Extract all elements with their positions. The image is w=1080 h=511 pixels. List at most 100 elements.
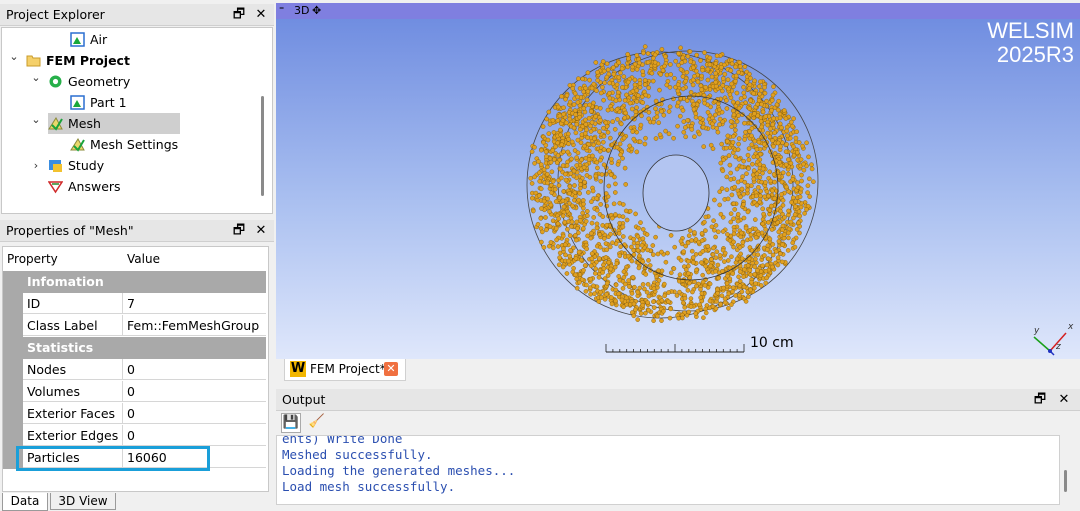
tree-scrollbar[interactable]	[261, 96, 264, 196]
tab-data[interactable]: Data	[2, 493, 48, 511]
property-row[interactable]: Exterior Edges 0	[3, 425, 266, 447]
tree-item[interactable]: ⌄ Geometry	[2, 71, 260, 92]
property-value[interactable]: 0	[123, 403, 266, 424]
tree-item[interactable]: Answers	[2, 176, 260, 197]
particle	[805, 190, 810, 195]
tab-fem-project[interactable]: W FEM Project* ✕	[284, 359, 406, 381]
particle	[687, 94, 693, 100]
particle	[700, 124, 706, 130]
particle	[586, 190, 591, 195]
particle	[729, 254, 734, 259]
float-panel-icon[interactable]: 🗗	[1032, 389, 1048, 411]
property-row[interactable]: Nodes 0	[3, 359, 266, 381]
particle	[543, 149, 549, 155]
close-panel-icon[interactable]: ✕	[253, 4, 269, 26]
chevron-down-icon[interactable]: ⌄	[30, 67, 42, 88]
particle	[600, 85, 605, 90]
particle	[589, 120, 595, 125]
output-scrollbar[interactable]	[1064, 470, 1067, 492]
chevron-down-icon[interactable]: ⌄	[30, 109, 42, 130]
particle	[584, 97, 590, 103]
row-gutter	[3, 359, 23, 381]
float-panel-icon[interactable]: 🗗	[231, 220, 247, 242]
tree-item[interactable]: Mesh Settings	[2, 134, 260, 155]
property-value[interactable]: 7	[123, 293, 266, 314]
clear-log-icon[interactable]: 🧹	[307, 413, 327, 431]
particle	[746, 157, 752, 163]
particle	[762, 90, 768, 96]
particle	[557, 255, 562, 260]
particle	[545, 171, 550, 177]
tree-item[interactable]: Air	[2, 29, 260, 50]
particle	[720, 229, 726, 234]
particle	[672, 76, 677, 81]
property-group-header[interactable]: Infomation	[3, 271, 266, 293]
particle	[629, 258, 635, 264]
particle	[794, 129, 799, 134]
particle	[764, 189, 770, 194]
particle	[593, 266, 598, 272]
property-value[interactable]: 0	[123, 381, 266, 402]
particle	[741, 202, 746, 207]
row-gutter	[3, 403, 23, 425]
scale-label: 10 cm	[750, 335, 794, 351]
property-row[interactable]: Class Label Fem::FemMeshGroup	[3, 315, 266, 337]
particle	[595, 70, 600, 75]
property-value[interactable]: 0	[123, 425, 266, 446]
chevron-right-icon[interactable]: ›	[30, 155, 42, 176]
particle	[637, 285, 643, 291]
particle	[678, 113, 683, 119]
viewport-menu-icon[interactable]: ⁼	[279, 3, 284, 19]
particle	[667, 315, 673, 321]
particle	[765, 247, 770, 252]
particle	[560, 233, 566, 239]
property-group-header[interactable]: Statistics	[3, 337, 266, 359]
particle	[637, 60, 642, 66]
particle	[618, 244, 623, 249]
property-row[interactable]: Volumes 0	[3, 381, 266, 403]
particle	[677, 272, 683, 277]
particle	[560, 264, 566, 270]
tree-item[interactable]: ⌄ Mesh	[2, 113, 260, 134]
tab-data-label: Data	[10, 494, 40, 508]
chevron-down-icon[interactable]: ⌄	[8, 46, 20, 67]
particle	[556, 262, 562, 268]
particle	[561, 189, 566, 194]
save-log-icon[interactable]: 💾	[281, 413, 301, 433]
close-panel-icon[interactable]: ✕	[1056, 389, 1072, 411]
particle	[631, 301, 637, 307]
particle	[702, 50, 707, 55]
3d-viewport[interactable]: ⁼ 3D ✥ WELSIM 2025R3 10 cm x y z	[276, 3, 1080, 359]
particle	[791, 116, 796, 121]
particle	[752, 78, 757, 84]
particle	[713, 234, 718, 240]
particle	[691, 106, 697, 112]
particle	[753, 256, 758, 262]
viewport-mode-label[interactable]: 3D	[294, 3, 309, 19]
property-row[interactable]: ID 7	[3, 293, 266, 315]
particle	[602, 297, 608, 302]
close-tab-icon[interactable]: ✕	[384, 362, 398, 376]
particle	[666, 290, 671, 295]
particle	[568, 171, 574, 176]
property-value[interactable]: 0	[123, 359, 266, 380]
particle	[547, 224, 553, 229]
axis-y-label: y	[1033, 326, 1040, 336]
particle	[760, 263, 765, 268]
particle	[680, 74, 686, 79]
particle	[559, 142, 565, 147]
property-value[interactable]: Fem::FemMeshGroup	[123, 315, 266, 336]
tab-3d-view[interactable]: 3D View	[50, 493, 116, 510]
particle	[541, 167, 547, 172]
particle	[703, 310, 709, 316]
property-name: ID	[23, 293, 123, 314]
particle	[726, 86, 731, 92]
particle	[587, 77, 592, 83]
particle	[777, 121, 783, 127]
particle	[618, 70, 623, 76]
property-row[interactable]: Exterior Faces 0	[3, 403, 266, 425]
float-panel-icon[interactable]: 🗗	[231, 4, 247, 26]
close-panel-icon[interactable]: ✕	[253, 220, 269, 242]
navigation-icon[interactable]: ✥	[312, 3, 321, 19]
tree-item[interactable]: › Study	[2, 155, 260, 176]
